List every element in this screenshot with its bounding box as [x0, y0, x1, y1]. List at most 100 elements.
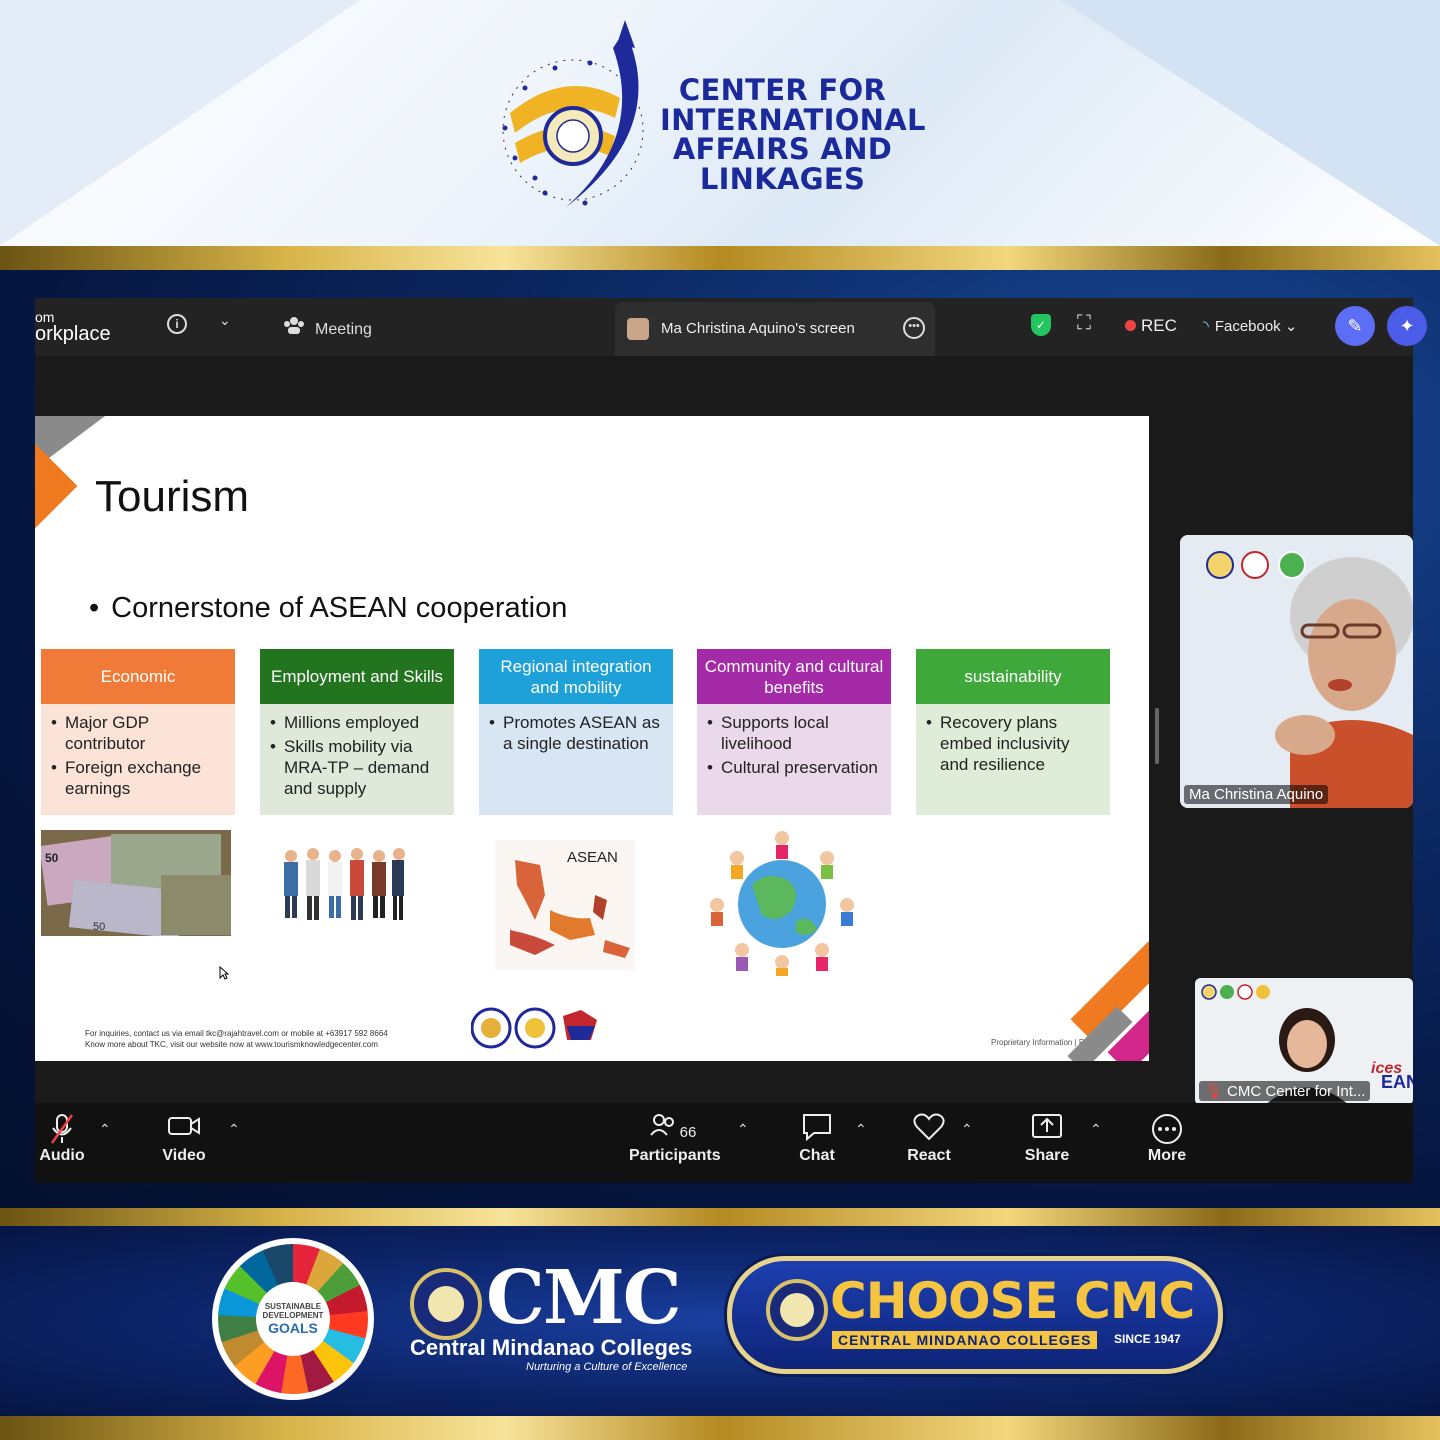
footer-contact-line: For inquiries, contact us via email tkc@…: [85, 1029, 388, 1038]
pillar-card-item: Supports local livelihood: [707, 712, 881, 754]
security-shield-icon[interactable]: ✓: [1031, 314, 1051, 336]
meeting-tab[interactable]: Meeting: [283, 316, 372, 339]
participant-count: 66: [679, 1124, 697, 1141]
share-label: Share: [1024, 1147, 1070, 1164]
presenter-name-label: Ma Christina Aquino: [1184, 785, 1329, 804]
pillar-card-header: Regional integration and mobility: [479, 649, 673, 704]
pillar-card-item: Recovery plans embed inclusivity and res…: [926, 712, 1100, 775]
participants-label: Participants: [629, 1147, 721, 1164]
pillar-card-list: Millions employed Skills mobility via MRA…: [270, 712, 444, 799]
svg-text:50: 50: [45, 851, 59, 865]
slide-title: Tourism: [95, 472, 250, 521]
cmc-seal-logo: [410, 1268, 482, 1340]
focus-mode-icon[interactable]: ⛶: [1077, 312, 1091, 335]
pillar-card-body: Millions employed Skills mobility via MRA…: [260, 704, 454, 815]
video-options-caret-icon[interactable]: ⌃: [228, 1121, 240, 1138]
choose-cmc-seal: [766, 1279, 828, 1341]
video-button[interactable]: Video: [161, 1113, 207, 1165]
participants-button[interactable]: 66 Participants: [629, 1113, 721, 1165]
pillar-card-item: Skills mobility via MRA-TP – demand and …: [270, 736, 444, 799]
rec-dot-icon: [1125, 320, 1136, 331]
brand-line-1: om: [35, 309, 55, 325]
react-button[interactable]: React: [907, 1113, 951, 1165]
heart-icon: [907, 1113, 951, 1147]
video-tile-host[interactable]: ices EAN 🎙 CMC Center for Int...: [1195, 978, 1413, 1105]
shared-slide: Tourism • Cornerstone of ASEAN cooperatio…: [35, 416, 1149, 1061]
pillar-card-item: Promotes ASEAN as a single destination: [489, 712, 663, 754]
audio-options-caret-icon[interactable]: ⌃: [99, 1121, 111, 1138]
sdg-wheel-logo: SUSTAINABLE DEVELOPMENT GOALS: [212, 1238, 374, 1400]
presenter-avatar: [627, 318, 649, 340]
pillar-card-header: Community and cultural benefits: [697, 649, 891, 704]
more-options-icon[interactable]: •••: [903, 317, 925, 339]
shared-screen-tab[interactable]: Ma Christina Aquino's screen •••: [615, 302, 935, 356]
chevron-down-icon: ⌄: [1284, 318, 1298, 335]
top-banner: CENTER FOR INTERNATIONAL AFFAIRS AND LIN…: [0, 0, 1440, 246]
recording-indicator[interactable]: REC: [1125, 316, 1177, 336]
pillar-card-body: Recovery plans embed inclusivity and res…: [916, 704, 1110, 815]
muted-mic-icon: 🎙: [1204, 1083, 1224, 1100]
pillar-card-header: Economic: [41, 649, 235, 704]
participants-options-caret-icon[interactable]: ⌃: [737, 1121, 749, 1138]
pillar-card-item: Millions employed: [270, 712, 444, 733]
workforce-image: [284, 848, 405, 920]
footer-website-line: Know more about TKC, visit our website n…: [85, 1040, 378, 1049]
gold-divider-bottom: [0, 1416, 1440, 1440]
host-name-label: 🎙 CMC Center for Int...: [1199, 1081, 1371, 1101]
audio-button[interactable]: Audio: [39, 1113, 85, 1165]
share-options-caret-icon[interactable]: ⌃: [1090, 1121, 1102, 1138]
pillar-card: Economic Major GDP contributorForeign exc…: [41, 649, 235, 815]
choose-cmc-seal-center: [780, 1293, 814, 1327]
muted-mic-icon: [39, 1113, 85, 1147]
meeting-label: Meeting: [315, 321, 372, 338]
pillar-card: sustainability Recovery plans embed inclu…: [916, 649, 1110, 815]
choose-cmc-badge: CHOOSE CMC CENTRAL MINDANAO COLLEGES SIN…: [727, 1256, 1223, 1374]
video-tile-presenter[interactable]: Ma Christina Aquino: [1180, 535, 1413, 808]
react-options-caret-icon[interactable]: ⌃: [961, 1121, 973, 1138]
pillar-card-list: Supports local livelihood Cultural preser…: [707, 712, 881, 778]
poster-frame: CENTER FOR INTERNATIONAL AFFAIRS AND LIN…: [0, 0, 1440, 1440]
pillar-card: Regional integration and mobility Promote…: [479, 649, 673, 815]
panel-resize-handle[interactable]: [1155, 708, 1159, 764]
pillar-card: Employment and Skills Millions employed Sk…: [260, 649, 454, 815]
sdg-small-text: SUSTAINABLE DEVELOPMENT: [262, 1302, 324, 1320]
ai-companion-icon[interactable]: ✦: [1387, 306, 1427, 346]
shared-screen-label: Ma Christina Aquino's screen: [661, 320, 855, 337]
asean-map-image: ASEAN: [495, 840, 635, 970]
org-title: CENTER FOR INTERNATIONAL AFFAIRS AND LIN…: [660, 73, 926, 196]
banner-shape-right: [1060, 0, 1440, 246]
slide-footer: For inquiries, contact us via email tkc@…: [85, 1028, 388, 1050]
chat-button[interactable]: Chat: [797, 1113, 837, 1165]
audio-label: Audio: [39, 1147, 85, 1164]
pillar-card: Community and cultural benefits Supports …: [697, 649, 891, 815]
pillar-card-body: Major GDP contributorForeign exchange ea…: [41, 704, 235, 815]
info-icon[interactable]: i: [167, 314, 187, 334]
react-label: React: [907, 1147, 951, 1164]
gold-divider-middle: [0, 1208, 1440, 1226]
svg-text:50: 50: [93, 921, 105, 933]
share-button[interactable]: Share: [1023, 1113, 1071, 1165]
presenter-video: [1180, 535, 1413, 808]
zoom-window: om orkplace i ⌄ Meeting Ma Christina Aqu…: [35, 298, 1427, 1183]
pillar-card-header: Employment and Skills: [260, 649, 454, 704]
more-label: More: [1147, 1147, 1187, 1164]
pillar-card-list: Recovery plans embed inclusivity and res…: [926, 712, 1100, 775]
sdg-goals-text: GOALS: [268, 1320, 318, 1336]
pillar-card-header: sustainability: [916, 649, 1110, 704]
chat-options-caret-icon[interactable]: ⌃: [855, 1121, 867, 1138]
slide-bullet-text: Cornerstone of ASEAN cooperation: [111, 592, 568, 624]
live-stream-label: Facebook: [1214, 318, 1281, 335]
annotate-pen-icon[interactable]: ✎: [1335, 306, 1375, 346]
live-stream-menu[interactable]: ◝ Facebook ⌄: [1203, 317, 1297, 335]
sdg-center: SUSTAINABLE DEVELOPMENT GOALS: [256, 1282, 330, 1356]
chevron-down-icon[interactable]: ⌄: [219, 312, 231, 329]
pillar-card-item: Cultural preservation: [707, 757, 881, 778]
cmc-seal-center: [426, 1284, 466, 1324]
chat-label: Chat: [799, 1147, 835, 1164]
meeting-controls: Audio ⌃ Video ⌃ 66 Participants ⌃ Chat ⌃…: [35, 1103, 1413, 1183]
people-icon: [283, 316, 305, 339]
more-button[interactable]: More: [1145, 1113, 1189, 1165]
pillar-card-list: Major GDP contributorForeign exchange ea…: [51, 712, 225, 799]
host-name-text: CMC Center for Int...: [1227, 1083, 1366, 1100]
partner-seals: [471, 1007, 597, 1049]
